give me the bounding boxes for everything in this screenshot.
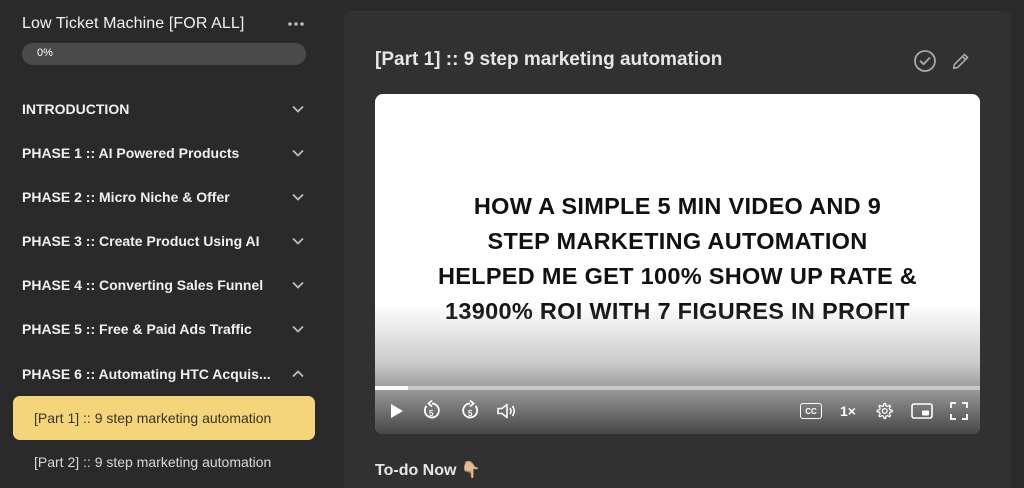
forward-seconds: 5 <box>468 409 473 418</box>
captions-label: CC <box>805 406 817 416</box>
more-options-button[interactable] <box>285 14 307 34</box>
lesson-panel: [Part 1] :: 9 step marketing automation … <box>344 11 1011 488</box>
more-dots-icon <box>288 22 304 26</box>
chevron-down-icon <box>290 101 306 117</box>
section-phase-4[interactable]: PHASE 4 :: Converting Sales Funnel <box>22 273 306 297</box>
section-label: PHASE 6 :: Automating HTC Acquis... <box>22 366 271 382</box>
section-introduction[interactable]: INTRODUCTION <box>22 97 306 121</box>
chevron-down-icon <box>290 277 306 293</box>
pip-icon <box>911 403 933 419</box>
section-phase-3[interactable]: PHASE 3 :: Create Product Using AI <box>22 229 306 253</box>
course-sidebar: Low Ticket Machine [FOR ALL] 0% INTRODUC… <box>0 0 330 488</box>
volume-button[interactable] <box>496 400 518 422</box>
volume-icon <box>497 403 516 419</box>
video-player[interactable]: HOW A SIMPLE 5 MIN VIDEO AND 9 STEP MARK… <box>375 94 980 434</box>
headline-line: HOW A SIMPLE 5 MIN VIDEO AND 9 <box>473 193 882 219</box>
todo-heading: To-do Now 👇🏼 <box>375 462 481 479</box>
forward-button[interactable]: 5 <box>459 400 481 422</box>
section-label: PHASE 4 :: Converting Sales Funnel <box>22 277 264 293</box>
lesson-item-part-1[interactable]: [Part 1] :: 9 step marketing automation <box>13 396 315 440</box>
settings-button[interactable] <box>873 400 895 422</box>
course-progress-bar: 0% <box>22 43 306 65</box>
playback-speed-button[interactable]: 1× <box>837 400 859 422</box>
captions-icon: CC <box>800 403 822 419</box>
edit-button[interactable] <box>948 48 974 74</box>
headline-line: STEP MARKETING AUTOMATION <box>487 228 868 254</box>
section-phase-1[interactable]: PHASE 1 :: AI Powered Products <box>22 141 306 165</box>
pencil-icon <box>952 53 969 70</box>
rewind-seconds: 5 <box>429 409 434 418</box>
check-circle-icon <box>914 50 936 72</box>
play-icon <box>391 404 403 418</box>
picture-in-picture-button[interactable] <box>910 400 934 422</box>
section-phase-2[interactable]: PHASE 2 :: Micro Niche & Offer <box>22 185 306 209</box>
lesson-title: [Part 1] :: 9 step marketing automation <box>375 49 723 70</box>
section-label: INTRODUCTION <box>22 101 130 117</box>
chevron-up-icon <box>290 366 306 382</box>
mark-complete-button[interactable] <box>912 48 938 74</box>
chevron-down-icon <box>290 189 306 205</box>
fullscreen-button[interactable] <box>948 400 970 422</box>
headline-line: HELPED ME GET 100% SHOW UP RATE & <box>437 263 918 289</box>
playback-speed: 1× <box>840 403 856 419</box>
section-phase-5[interactable]: PHASE 5 :: Free & Paid Ads Traffic <box>22 317 306 341</box>
captions-button[interactable]: CC <box>799 400 823 422</box>
course-title: Low Ticket Machine [FOR ALL] <box>22 15 245 32</box>
lesson-item-part-2[interactable]: [Part 2] :: 9 step marketing automation <box>13 440 315 484</box>
section-label: PHASE 2 :: Micro Niche & Offer <box>22 189 230 205</box>
section-phase-6[interactable]: PHASE 6 :: Automating HTC Acquis... <box>22 362 306 386</box>
progress-label: 0% <box>37 47 53 59</box>
chevron-down-icon <box>290 321 306 337</box>
section-label: PHASE 5 :: Free & Paid Ads Traffic <box>22 321 252 337</box>
chevron-down-icon <box>290 145 306 161</box>
play-button[interactable] <box>387 400 407 422</box>
fullscreen-icon <box>950 402 968 420</box>
section-label: PHASE 1 :: AI Powered Products <box>22 145 240 161</box>
chevron-down-icon <box>290 233 306 249</box>
section-label: PHASE 3 :: Create Product Using AI <box>22 233 260 249</box>
scrubber-buffered <box>375 386 408 390</box>
lesson-label: [Part 1] :: 9 step marketing automation <box>34 410 272 426</box>
video-scrubber[interactable] <box>375 386 980 390</box>
rewind-button[interactable]: 5 <box>421 400 443 422</box>
lesson-label: [Part 2] :: 9 step marketing automation <box>34 454 272 470</box>
gear-icon <box>876 402 893 420</box>
